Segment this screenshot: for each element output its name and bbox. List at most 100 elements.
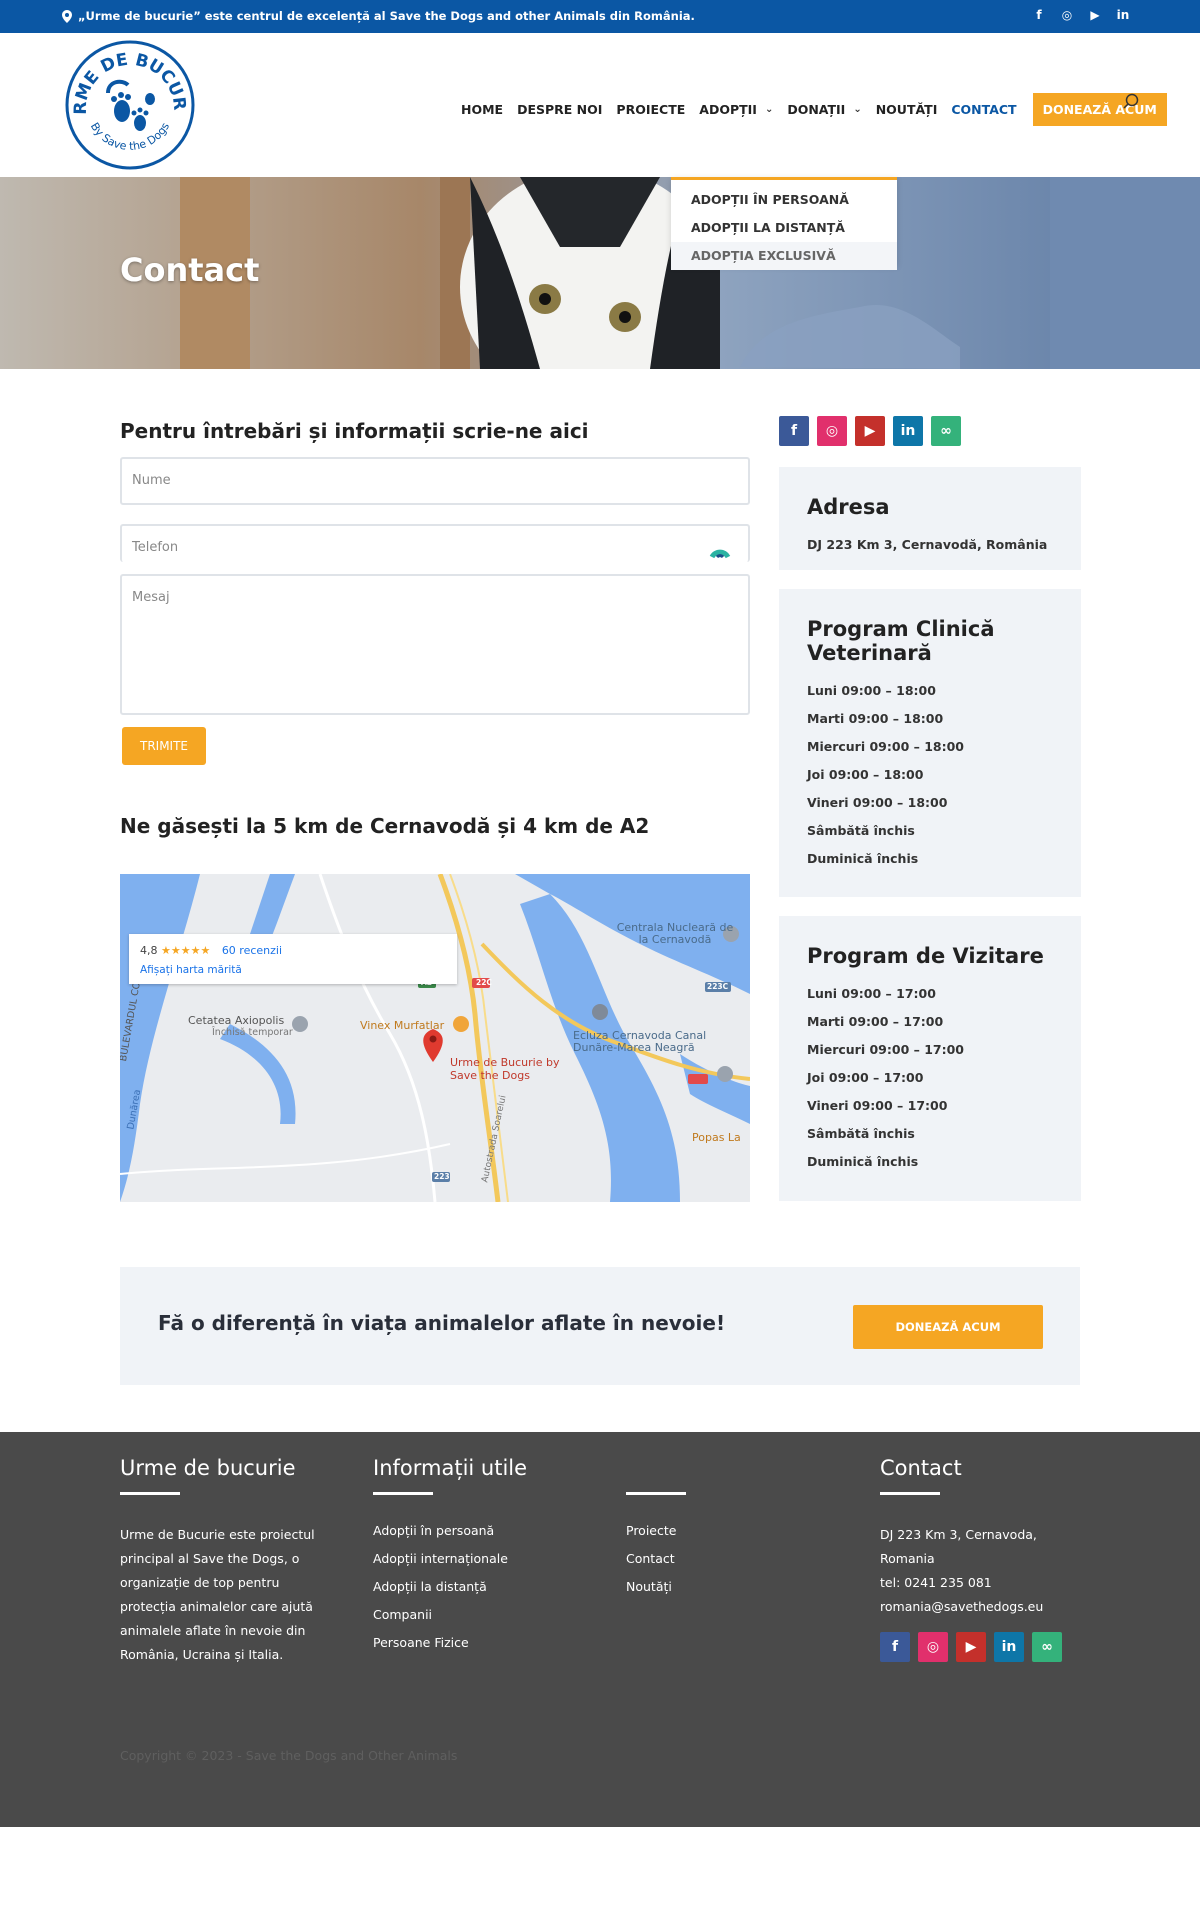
site-footer: Urme de bucurie Urme de Bucurie este pro…	[0, 1432, 1200, 1827]
footer-link[interactable]: Adopții internaționale	[373, 1551, 527, 1579]
footer-divider	[880, 1492, 940, 1495]
map-info-card: 4,8 ★★★★★ 60 recenzii Afișați harta mări…	[129, 934, 457, 984]
reviews-link[interactable]: 60 recenzii	[222, 944, 282, 957]
tripadvisor-icon[interactable]: ∞	[1032, 1632, 1062, 1662]
address-card: Adresa DJ 223 Km 3, Cernavodă, România	[779, 467, 1081, 570]
map-label-road-223: 223	[434, 1172, 450, 1181]
instagram-icon[interactable]: ◎	[817, 416, 847, 446]
clinic-hours-line: Joi 09:00 – 18:00	[807, 767, 924, 782]
nav-item-adoptii[interactable]: ADOPȚII ⌄	[699, 102, 773, 117]
map-label-cetatea: Cetatea Axiopolis	[188, 1014, 285, 1027]
submit-button[interactable]: Trimite	[122, 727, 206, 765]
footer-link[interactable]: Adopții la distanță	[373, 1579, 527, 1607]
site-header: URME DE BUCURIE By Save the Dogs HOME DE…	[0, 33, 1200, 177]
linkedin-icon[interactable]: in	[1116, 8, 1130, 22]
map-rating: 4,8 ★★★★★ 60 recenzii	[140, 944, 282, 957]
donate-cta-section: Fă o diferență în viața animalelor aflat…	[120, 1267, 1080, 1385]
top-bar: „Urme de bucurie” este centrul de excele…	[0, 0, 1200, 33]
facebook-icon[interactable]: f	[880, 1632, 910, 1662]
footer-phone[interactable]: tel: 0241 235 081	[880, 1571, 1080, 1595]
facebook-icon[interactable]: f	[1032, 8, 1046, 22]
clinic-hours-line: Miercuri 09:00 – 18:00	[807, 739, 965, 754]
location-pin-icon	[62, 9, 72, 23]
visit-hours-line: Joi 09:00 – 17:00	[807, 1070, 924, 1085]
recaptcha-icon	[709, 549, 731, 559]
dropdown-item-adoptii-in-persoana[interactable]: ADOPȚII ÎN PERSOANĂ	[671, 186, 897, 214]
footer-info-column: Informații utile Adopții în persoană Ado…	[373, 1456, 527, 1663]
address-line: DJ 223 Km 3, Cernavodă, România	[807, 537, 1048, 552]
footer-contact-column: Contact DJ 223 Km 3, Cernavoda, Romania …	[880, 1456, 1080, 1619]
footer-link[interactable]: Contact	[626, 1551, 686, 1579]
map-title: Ne găsești la 5 km de Cernavodă și 4 km …	[120, 814, 650, 838]
youtube-icon[interactable]: ▶	[1088, 8, 1102, 22]
clinic-hours-line: Duminică închis	[807, 851, 919, 866]
footer-email[interactable]: romania@savethedogs.eu	[880, 1595, 1080, 1619]
dropdown-item-adoptia-exclusiva[interactable]: ADOPȚIA EXCLUSIVĂ	[671, 242, 897, 270]
footer-about-title: Urme de bucurie	[120, 1456, 296, 1480]
footer-divider	[626, 1492, 686, 1495]
footer-contact-line: DJ 223 Km 3, Cernavoda,	[880, 1527, 1037, 1542]
message-field-placeholder: Mesaj	[132, 590, 170, 605]
nav-item-proiecte[interactable]: PROIECTE	[616, 102, 685, 117]
footer-links-column: Proiecte Contact Noutăți	[626, 1456, 686, 1607]
nav-item-donatii[interactable]: DONAȚII ⌄	[787, 102, 861, 117]
instagram-icon[interactable]: ◎	[1060, 8, 1074, 22]
youtube-icon[interactable]: ▶	[855, 416, 885, 446]
footer-social-links: f ◎ ▶ in ∞	[880, 1632, 1062, 1662]
footer-link[interactable]: Companii	[373, 1607, 527, 1635]
footer-about-column: Urme de bucurie Urme de Bucurie este pro…	[120, 1456, 320, 1667]
clinic-hours-title: Program Clinică Veterinară	[807, 617, 995, 665]
facebook-icon[interactable]: f	[779, 416, 809, 446]
footer-contact-line: Romania	[880, 1551, 935, 1566]
enlarge-map-link[interactable]: Afișați harta mărită	[140, 964, 242, 976]
nav-item-home[interactable]: HOME	[461, 102, 503, 117]
footer-link[interactable]: Proiecte	[626, 1523, 686, 1551]
hero-banner: Contact	[0, 177, 1200, 369]
footer-about-text: Urme de Bucurie este proiectul principal…	[120, 1527, 315, 1662]
sidebar-social-links: f ◎ ▶ in ∞	[779, 416, 961, 446]
clinic-hours-line: Luni 09:00 – 18:00	[807, 683, 936, 698]
instagram-icon[interactable]: ◎	[918, 1632, 948, 1662]
map-label-ecluza: Ecluza Cernavoda Canal Dunăre-Marea Neag…	[573, 1029, 707, 1054]
search-icon[interactable]	[1122, 93, 1140, 111]
footer-divider	[120, 1492, 180, 1495]
footer-link[interactable]: Noutăți	[626, 1579, 686, 1607]
contact-form-title: Pentru întrebări și informații scrie-ne …	[120, 419, 589, 443]
address-title: Adresa	[807, 495, 890, 519]
map-label-road-223c: 223C	[707, 982, 729, 991]
visit-hours-line: Vineri 09:00 – 17:00	[807, 1098, 948, 1113]
youtube-icon[interactable]: ▶	[956, 1632, 986, 1662]
phone-field[interactable]: Telefon	[120, 524, 750, 562]
nav-item-contact[interactable]: CONTACT	[951, 102, 1016, 117]
cta-donate-button[interactable]: DONEAZĂ ACUM	[853, 1305, 1043, 1349]
rating-stars: ★★★★★	[161, 944, 211, 957]
donate-now-button[interactable]: DONEAZĂ ACUM	[1032, 93, 1167, 126]
name-field[interactable]: Nume	[120, 457, 750, 505]
footer-info-title: Informații utile	[373, 1456, 528, 1480]
clinic-hours-line: Sâmbătă închis	[807, 823, 915, 838]
chevron-down-icon: ⌄	[764, 104, 774, 115]
nav-item-despre-noi[interactable]: DESPRE NOI	[517, 102, 602, 117]
linkedin-icon[interactable]: in	[893, 416, 923, 446]
cta-text: Fă o diferență în viața animalelor aflat…	[158, 1311, 726, 1335]
message-field[interactable]: Mesaj	[120, 574, 750, 715]
map-label-urme-de-bucurie: Urme de Bucurie by Save the Dogs	[450, 1056, 560, 1082]
footer-link[interactable]: Persoane Fizice	[373, 1635, 527, 1663]
linkedin-icon[interactable]: in	[994, 1632, 1024, 1662]
nav-item-donatii-label: DONAȚII	[787, 102, 846, 117]
site-logo[interactable]: URME DE BUCURIE By Save the Dogs	[64, 39, 196, 171]
top-bar-message: „Urme de bucurie” este centrul de excele…	[62, 9, 695, 23]
map-label-vinex: Vinex Murfatlar	[360, 1019, 445, 1032]
google-map[interactable]: Centrala Nucleară de la Cernavodă Cetate…	[120, 874, 750, 1202]
phone-field-placeholder: Telefon	[132, 540, 179, 555]
dropdown-item-adoptii-la-distanta[interactable]: ADOPȚII LA DISTANȚĂ	[671, 214, 897, 242]
nav-item-noutati[interactable]: NOUTĂȚI	[876, 102, 938, 117]
footer-link[interactable]: Adopții în persoană	[373, 1523, 527, 1551]
chevron-down-icon: ⌄	[853, 104, 862, 115]
adoptii-dropdown-menu: ADOPȚII ÎN PERSOANĂ ADOPȚII LA DISTANȚĂ …	[671, 177, 897, 270]
map-label-cetatea-sub: Închisă temporar	[212, 1027, 293, 1038]
visit-hours-title: Program de Vizitare	[807, 944, 1044, 968]
tripadvisor-icon[interactable]: ∞	[931, 416, 961, 446]
nav-item-adoptii-label: ADOPȚII	[699, 102, 757, 117]
visit-hours-line: Luni 09:00 – 17:00	[807, 986, 936, 1001]
